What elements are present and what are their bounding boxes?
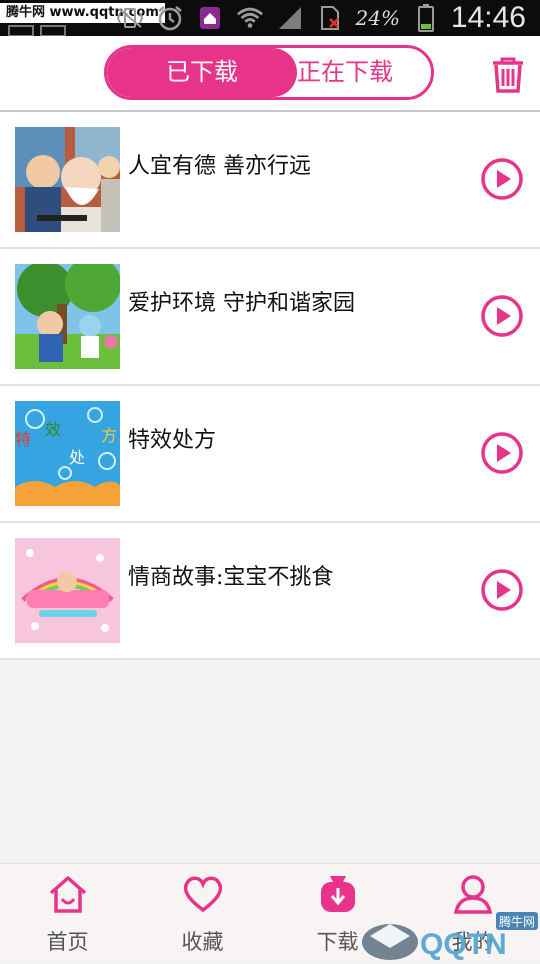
signal-icon [276, 4, 304, 32]
video-thumbnail [15, 127, 120, 232]
status-icons: 24% [116, 4, 440, 32]
thumbnail-text-2: 效 [45, 420, 61, 439]
video-thumbnail [15, 538, 120, 643]
thumbnail-text-1: 特 [15, 430, 31, 449]
status-bar: 腾牛网 www.qqtn.com 24% 14:46 [0, 0, 540, 37]
watermark-bottom: QQTN 腾牛网 [360, 908, 540, 961]
nav-favorites[interactable]: 收藏 [135, 872, 270, 958]
play-circle-icon[interactable] [480, 568, 524, 612]
video-title: 情商故事:宝宝不挑食 [128, 565, 334, 590]
heart-icon [181, 872, 225, 916]
app-notification-icon [196, 4, 224, 32]
nav-home[interactable]: 首页 [0, 872, 135, 958]
notification-icons [8, 22, 78, 37]
nav-favorites-label: 收藏 [181, 930, 224, 954]
tab-downloaded[interactable]: 已下载 [107, 48, 297, 97]
video-title: 爱护环境 守护和谐家园 [128, 291, 355, 316]
download-tab-switch: 已下载 正在下载 [104, 45, 434, 100]
play-circle-icon[interactable] [480, 294, 524, 338]
video-thumbnail: 特 效 处 方 [15, 401, 120, 506]
thumbnail-text-4: 方 [101, 426, 117, 445]
downloaded-list: 人宜有德 善亦行远 爱护环境 守护和谐家园 特 效 处 方 特效处方 情商故事:… [0, 112, 540, 660]
nav-home-label: 首页 [46, 930, 89, 954]
list-item[interactable]: 特 效 处 方 特效处方 [0, 386, 540, 523]
list-item[interactable]: 情商故事:宝宝不挑食 [0, 523, 540, 660]
list-item[interactable]: 爱护环境 守护和谐家园 [0, 249, 540, 386]
sim-missing-icon [316, 4, 344, 32]
video-title: 特效处方 [128, 428, 217, 453]
app-header: 已下载 正在下载 [0, 36, 540, 112]
list-item[interactable]: 人宜有德 善亦行远 [0, 112, 540, 249]
alarm-icon [156, 4, 184, 32]
vibrate-icon [116, 4, 144, 32]
battery-icon [412, 4, 440, 32]
watermark-brand: QQTN [420, 928, 507, 960]
play-circle-icon[interactable] [480, 157, 524, 201]
video-thumbnail [15, 264, 120, 369]
tab-downloading[interactable]: 正在下载 [297, 48, 431, 97]
home-icon [46, 872, 90, 916]
trash-icon[interactable] [488, 55, 528, 95]
download-icon [316, 872, 360, 916]
thumbnail-text-3: 处 [69, 448, 85, 467]
play-circle-icon[interactable] [480, 431, 524, 475]
wifi-icon [236, 4, 264, 32]
clock-time: 14:46 [450, 1, 526, 34]
video-title: 人宜有德 善亦行远 [128, 154, 311, 179]
battery-percent: 24% [355, 6, 400, 30]
watermark-tag: 腾牛网 [499, 914, 535, 929]
